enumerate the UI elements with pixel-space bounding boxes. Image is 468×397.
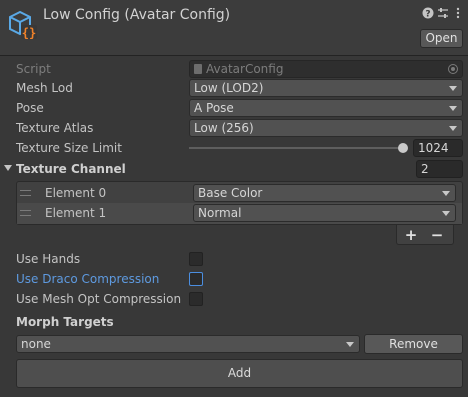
- pose-value: A Pose: [194, 101, 234, 115]
- remove-element-button[interactable]: −: [427, 227, 447, 243]
- texture-channel-label[interactable]: Texture Channel: [16, 160, 126, 178]
- foldout-arrow-icon[interactable]: [4, 165, 12, 171]
- svg-text:{}: {}: [22, 26, 36, 40]
- drag-handle-icon[interactable]: [20, 190, 31, 196]
- chevron-down-icon: [449, 106, 457, 111]
- texture-channel-size-input[interactable]: 2: [416, 160, 463, 178]
- texture-atlas-dropdown[interactable]: Low (256): [189, 119, 463, 137]
- chevron-down-icon: [449, 86, 457, 91]
- inspector-title: Low Config (Avatar Config): [43, 7, 231, 23]
- use-hands-checkbox[interactable]: [189, 252, 203, 266]
- drag-handle-icon[interactable]: [20, 210, 31, 216]
- element-0-value: Base Color: [198, 186, 263, 200]
- script-value: AvatarConfig: [206, 62, 284, 76]
- morph-targets-dropdown[interactable]: none: [16, 335, 360, 353]
- texture-size-slider-thumb[interactable]: [398, 143, 408, 153]
- mesh-lod-dropdown[interactable]: Low (LOD2): [189, 79, 463, 97]
- open-button[interactable]: Open: [420, 29, 463, 48]
- object-picker-icon: [448, 64, 458, 74]
- script-file-icon: [194, 64, 202, 74]
- sliders-icon[interactable]: [437, 7, 449, 19]
- help-icon[interactable]: ?: [422, 7, 434, 20]
- texture-size-limit-label: Texture Size Limit: [16, 141, 122, 155]
- chevron-down-icon: [442, 191, 450, 196]
- texture-size-input[interactable]: 1024: [413, 139, 463, 157]
- use-mesh-opt-checkbox[interactable]: [189, 292, 203, 306]
- element-0-dropdown[interactable]: Base Color: [193, 184, 456, 202]
- add-morph-button[interactable]: Add: [16, 359, 463, 388]
- chevron-down-icon: [346, 342, 354, 347]
- script-label: Script: [16, 62, 51, 76]
- morph-targets-label: Morph Targets: [16, 315, 114, 329]
- pose-dropdown[interactable]: A Pose: [189, 99, 463, 117]
- use-mesh-opt-label: Use Mesh Opt Compression: [16, 292, 182, 306]
- use-draco-label: Use Draco Compression: [16, 272, 160, 286]
- element-0-label: Element 0: [45, 186, 107, 200]
- pose-label: Pose: [16, 101, 44, 115]
- element-1-dropdown[interactable]: Normal: [193, 204, 456, 222]
- use-draco-checkbox[interactable]: [189, 272, 203, 286]
- use-hands-label: Use Hands: [16, 252, 81, 266]
- chevron-down-icon: [449, 126, 457, 131]
- script-field: AvatarConfig: [189, 60, 463, 78]
- chevron-down-icon: [442, 211, 450, 216]
- mesh-lod-value: Low (LOD2): [194, 81, 264, 95]
- avatar-config-asset-icon: {}: [6, 8, 38, 40]
- texture-atlas-value: Low (256): [194, 121, 254, 135]
- remove-morph-button[interactable]: Remove: [364, 334, 463, 354]
- texture-size-slider-track[interactable]: [189, 147, 403, 149]
- element-1-label: Element 1: [45, 206, 107, 220]
- mesh-lod-label: Mesh Lod: [16, 81, 73, 95]
- svg-text:?: ?: [425, 10, 430, 20]
- morph-targets-value: none: [21, 337, 51, 351]
- texture-atlas-label: Texture Atlas: [16, 121, 94, 135]
- add-element-button[interactable]: +: [401, 227, 421, 243]
- element-1-value: Normal: [198, 206, 242, 220]
- kebab-menu-icon[interactable]: [452, 7, 464, 19]
